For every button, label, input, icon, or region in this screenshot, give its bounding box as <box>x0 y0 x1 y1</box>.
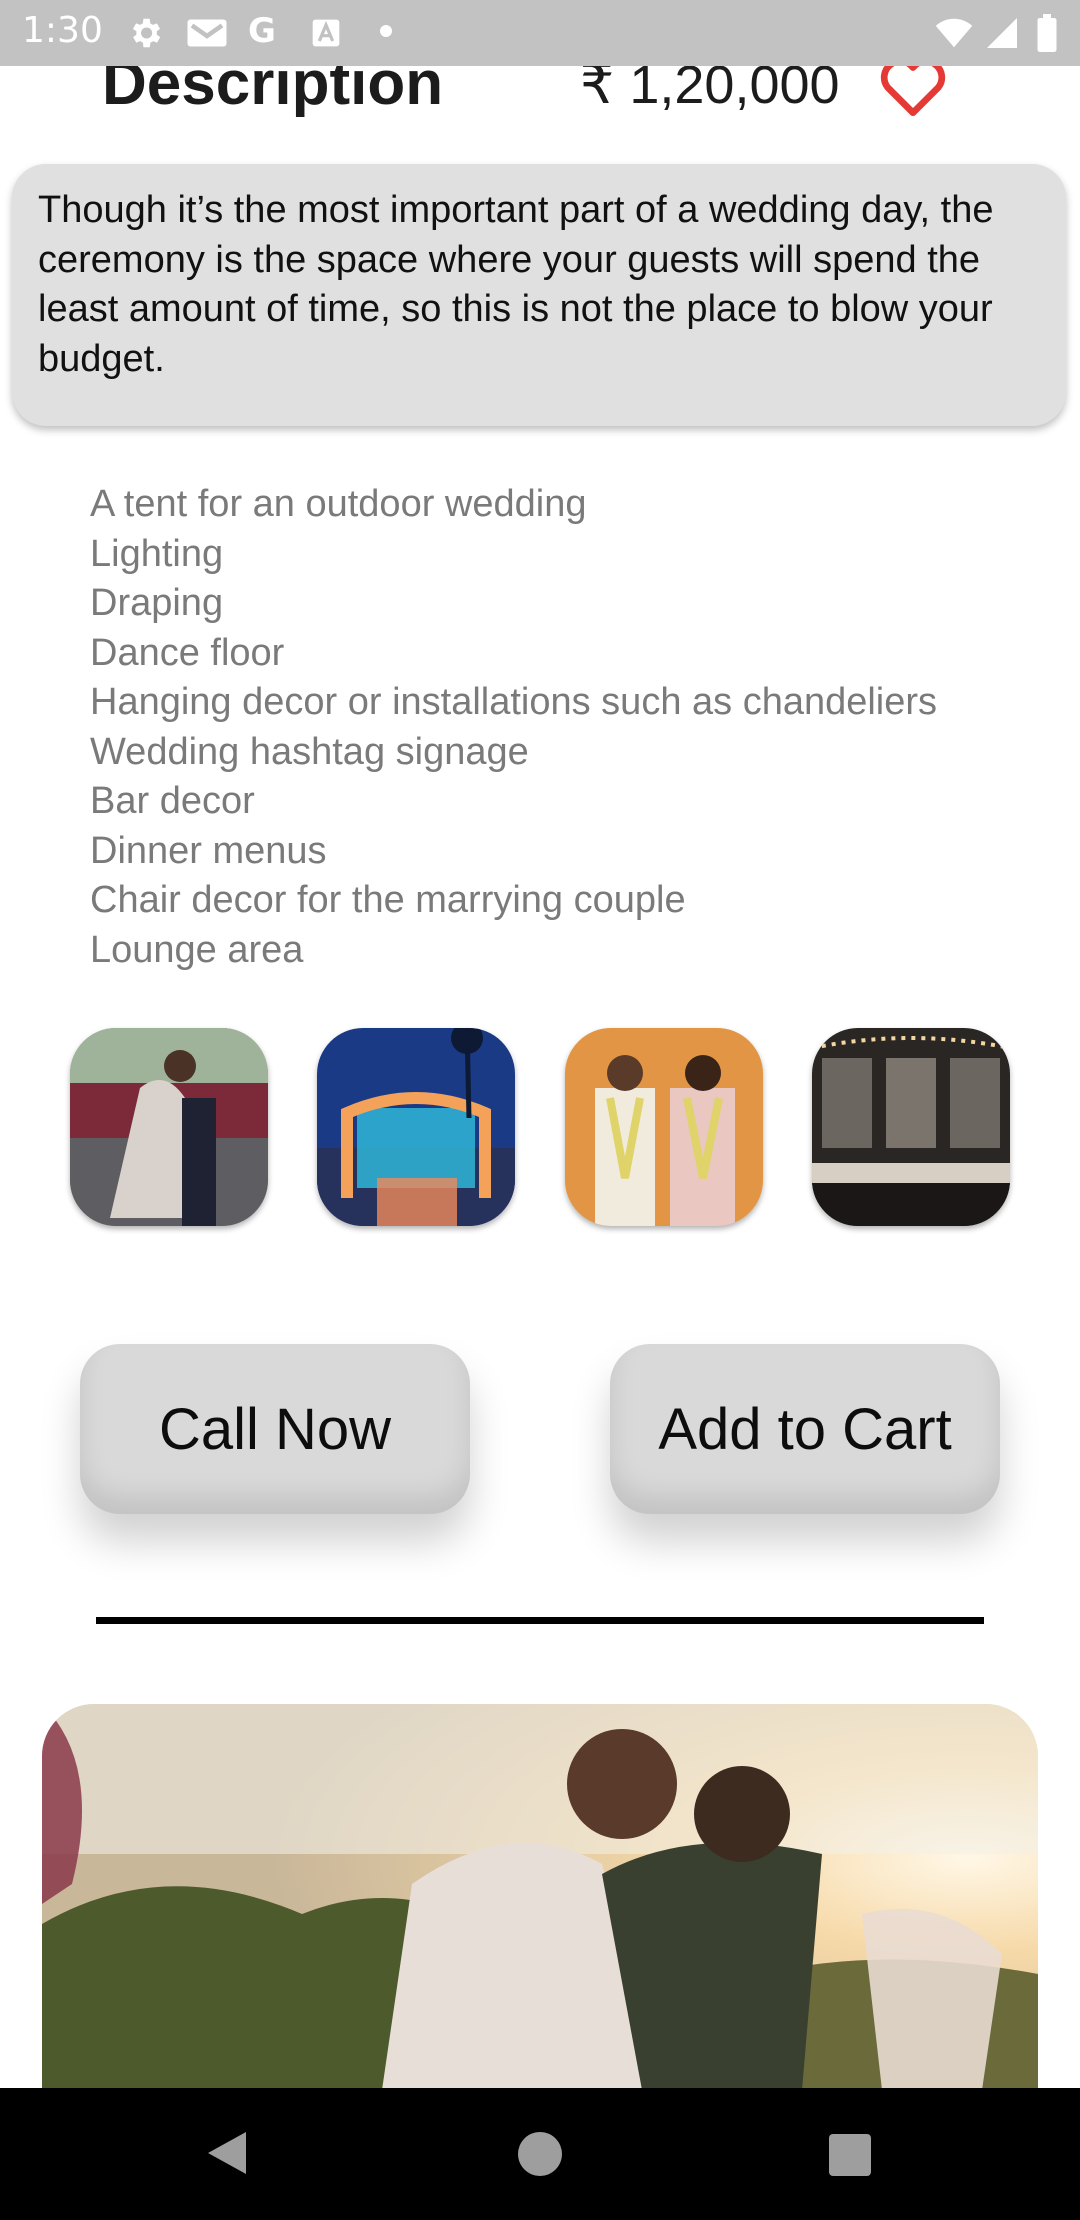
home-icon[interactable] <box>518 2132 562 2176</box>
list-item: Lounge area <box>90 928 304 971</box>
couple-embrace-thumbnail[interactable] <box>70 1028 268 1226</box>
recents-icon[interactable] <box>829 2134 871 2176</box>
add-to-cart-button[interactable]: Add to Cart <box>610 1344 1000 1514</box>
signal-icon <box>987 18 1017 48</box>
mail-icon <box>187 19 227 47</box>
feature-list: A tent for an outdoor wedding Lighting D… <box>90 480 937 975</box>
list-item: Lighting <box>90 532 224 575</box>
call-now-button[interactable]: Call Now <box>80 1344 470 1514</box>
list-item: Draping <box>90 582 224 624</box>
gear-icon <box>132 18 161 48</box>
google-icon: G <box>248 11 276 51</box>
banquet-hall-thumbnail[interactable] <box>812 1028 1010 1226</box>
list-item: Dance floor <box>90 631 285 674</box>
status-time: 1:30 <box>22 10 103 51</box>
back-icon[interactable] <box>206 2130 248 2176</box>
bride-groom-garlands-thumbnail[interactable] <box>565 1028 763 1226</box>
list-item: Chair decor for the marrying couple <box>90 879 686 921</box>
list-item: Wedding hashtag signage <box>90 730 529 773</box>
navigation-bar <box>0 2088 1080 2220</box>
description-card: Though it’s the most important part of a… <box>12 164 1066 426</box>
divider <box>96 1617 984 1624</box>
status-bar: 1:30 G <box>0 0 1080 66</box>
list-item: Hanging decor or installations such as c… <box>90 681 938 723</box>
battery-icon <box>1037 14 1057 52</box>
list-item: Bar decor <box>90 780 255 822</box>
description-text: Though it’s the most important part of a… <box>38 189 994 380</box>
list-item: Dinner menus <box>90 829 327 872</box>
dot-icon <box>380 25 392 37</box>
mandap-stage-thumbnail[interactable] <box>317 1028 515 1226</box>
couple-kiss-hero-image <box>42 1704 1038 2090</box>
list-item: A tent for an outdoor wedding <box>90 483 587 525</box>
wifi-icon <box>935 18 973 48</box>
a-icon <box>312 19 340 47</box>
